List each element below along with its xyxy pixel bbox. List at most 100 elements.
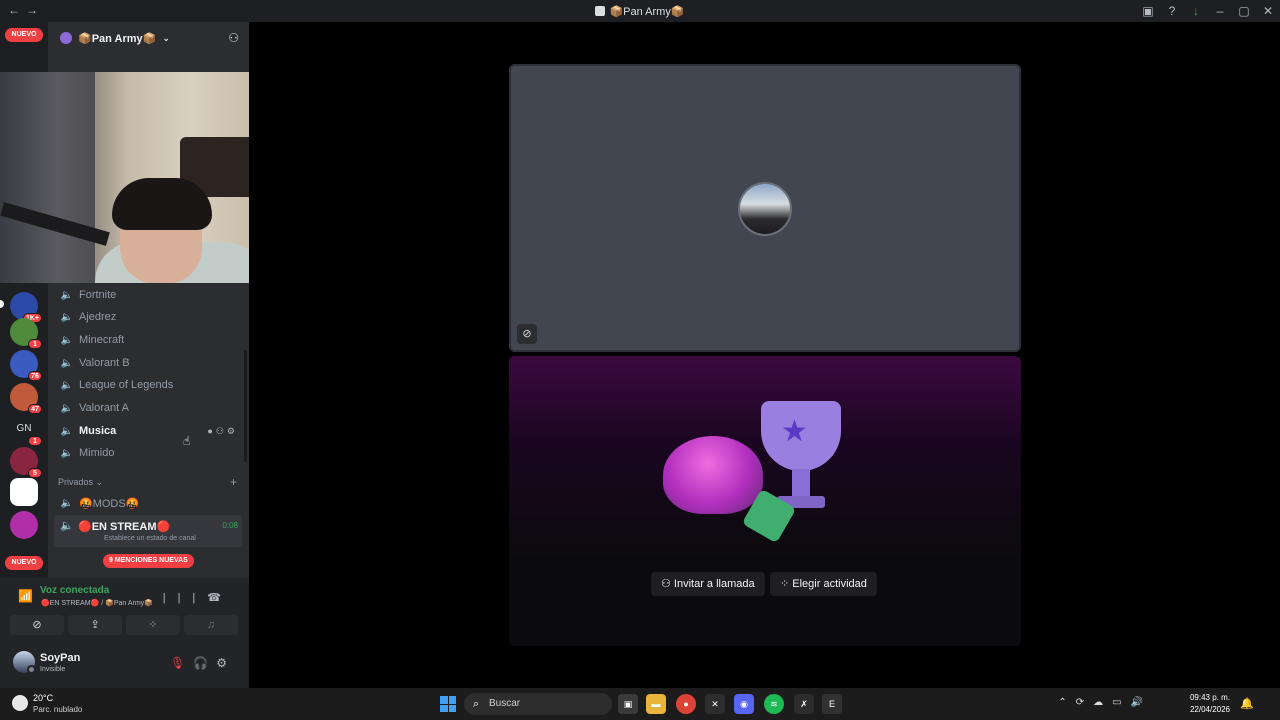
voice-channel-valorant-b[interactable]: 🔈 Valorant B [58,353,242,373]
minimize-button[interactable]: – [1208,4,1232,18]
speaker-icon: 🔈 [60,402,74,414]
screen-share-button[interactable]: ⇪ [68,615,122,635]
server-icon-7[interactable] [10,511,38,539]
file-explorer-icon[interactable]: ▬ [646,694,666,714]
invite-to-call-button[interactable]: ⚇ Invitar a llamada [651,572,765,596]
voice-connected-title[interactable]: Voz conectada [40,585,109,596]
voice-channel-ajedrez[interactable]: 🔈 Ajedrez [58,307,242,327]
voice-channel-fortnite[interactable]: 🔈 Fortnite [58,285,242,305]
clock-date[interactable]: 22/04/2026 [1190,705,1230,714]
activity-panel: ★ ⚇ Invitar a llamada ⁘ Elegir actividad [509,356,1021,646]
server-icon-2[interactable]: 1 [10,318,42,349]
speaker-icon: 🔈 [60,357,74,369]
discord-taskbar-icon[interactable]: ◉ [734,694,754,714]
weather-icon[interactable] [12,695,28,711]
channel-label: Valorant B [79,357,130,369]
voice-channel-en-stream[interactable]: 🔈 🔴EN STREAM🔴 0:08 Establece un estado d… [54,515,242,547]
server-badge: 47 [28,404,42,414]
participant-avatar [738,182,792,236]
participant-tile[interactable]: ⊘ [509,64,1021,352]
choose-activity-button[interactable]: ⁘ Elegir actividad [770,572,877,596]
server-badge: 76 [28,371,42,381]
help-icon[interactable]: ? [1160,4,1184,18]
server-badge: 5 [28,468,42,478]
speaker-icon: 🔈 [60,289,74,301]
mentions-badge[interactable]: 9 MENCIONES NUEVAS [103,554,194,568]
app-x-icon[interactable]: ✗ [794,694,814,714]
user-status-text: Invisible [40,666,66,673]
add-member-icon[interactable]: ⚇ [228,31,239,45]
tray-icons[interactable]: ⌃⟳☁▭🔊 [1058,697,1152,708]
speaker-icon: 🔈 [60,334,74,346]
stream-timer: 0:08 [222,521,238,530]
server-icon-3[interactable]: 76 [10,350,42,381]
invite-label: Invitar a llamada [673,578,755,590]
epic-games-icon[interactable]: E [822,694,842,714]
voice-connected-subtitle[interactable]: 🔴EN STREAM🔴 / 📦Pan Army📦 [41,599,153,607]
server-icon-gn[interactable]: GN 1 [10,415,42,446]
speaker-icon: 🔈 [60,520,74,532]
voice-stage: ⊘ ★ ⚇ Invitar a llamada ⁘ Elegir activid… [249,22,1280,688]
start-button[interactable] [440,696,456,712]
weather-description[interactable]: Parc. nublado [33,705,82,714]
channel-label: Ajedrez [79,311,117,323]
server-badge: 1 [28,436,42,446]
voice-channel-mods[interactable]: 🔈 🤬MODS🤬 [58,493,242,513]
speaker-lock-icon: 🔈 [60,497,74,509]
weather-temperature[interactable]: 20°C [33,693,53,703]
channel-label: League of Legends [79,379,174,391]
voice-channel-musica[interactable]: 🔈 Musica ●⚇⚙ [58,421,242,441]
webcam-curtain [0,72,95,283]
server-icon-4[interactable]: 47 [10,383,42,414]
server-gn-label: GN [16,423,32,434]
server-icon-6[interactable] [10,478,38,506]
server-icon-5[interactable]: 5 [10,447,42,478]
notification-icon[interactable]: 🔔 [1240,697,1254,710]
user-controls[interactable]: 🎙🎧⚙ [170,656,235,670]
chrome-icon[interactable]: ● [676,694,696,714]
guild-name: 📦Pan Army📦 [78,32,157,45]
chevron-down-icon: ⌄ [162,32,170,43]
discord-app-icon [595,6,606,16]
search-icon: ⌕ [473,698,480,710]
soundboard-button[interactable]: ♫ [184,615,238,635]
voice-channel-valorant-a[interactable]: 🔈 Valorant A [58,398,242,418]
download-icon[interactable]: ↓ [1184,4,1208,18]
username[interactable]: SoyPan [40,652,80,664]
activities-button[interactable]: ⁘ [126,615,180,635]
channel-label: Mimido [79,447,115,459]
channel-scrollbar[interactable] [244,350,247,462]
window-title: 📦Pan Army📦 [0,5,1280,18]
search-placeholder: Buscar [489,698,521,709]
unread-pip [0,300,4,308]
channel-status-prompt[interactable]: Establece un estado de canal [104,535,196,542]
server-icon-1[interactable]: 1K+ [10,292,42,323]
channel-label: Fortnite [79,289,117,301]
speaker-icon: 🔈 [60,379,74,391]
chevron-down-icon: ⌄ [95,477,104,487]
taskbar-search[interactable]: ⌕ Buscar [464,693,612,715]
xbox-icon[interactable]: ✕ [705,694,725,714]
title-bar: ←→ 📦Pan Army📦 ▣ ? ↓ – ▢ ✕ [0,0,1280,22]
add-channel-icon[interactable]: + [230,475,237,489]
channel-tools-icons[interactable]: ●⚇⚙ [207,426,238,437]
webcam-person-hair [112,178,212,230]
signal-icon[interactable]: 📶 [18,589,33,603]
guild-header[interactable]: 📦Pan Army📦 ⌄ ⚇ [48,22,249,54]
clock-time[interactable]: 09:43 p. m. [1190,693,1230,702]
camera-off-button[interactable]: ⊘ [10,615,64,635]
gear-icon[interactable]: ⚙ [216,656,235,670]
voice-channel-mimido[interactable]: 🔈 Mimido [58,443,242,463]
spotify-icon[interactable]: ≋ [764,694,784,714]
screen-share-icon[interactable]: ▣ [1136,4,1160,18]
voice-channel-minecraft[interactable]: 🔈 Minecraft [58,330,242,350]
category-privados[interactable]: Privados ⌄ [58,477,103,488]
new-badge-top[interactable]: NUEVO [5,28,43,42]
task-view-icon[interactable]: ▣ [618,694,638,714]
voice-channel-lol[interactable]: 🔈 League of Legends [58,375,242,395]
close-button[interactable]: ✕ [1256,4,1280,18]
maximize-button[interactable]: ▢ [1232,4,1256,18]
window-title-text: 📦Pan Army📦 [609,6,685,18]
new-badge-bottom[interactable]: NUEVO [5,556,43,570]
voice-actions[interactable]: |||☎ [163,591,233,604]
